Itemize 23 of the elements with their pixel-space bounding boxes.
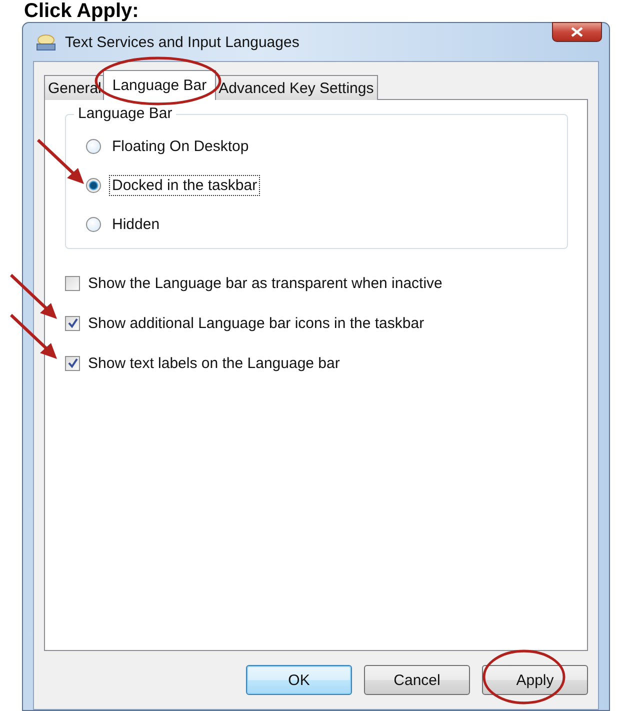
checkbox-label: Show text labels on the Language bar [88, 354, 340, 372]
checkbox[interactable] [65, 356, 80, 370]
tab[interactable]: General [44, 75, 106, 100]
dialog-button[interactable]: Cancel [364, 665, 470, 695]
close-button[interactable] [552, 22, 602, 42]
dialog-button[interactable]: OK [246, 665, 352, 695]
dialog-button[interactable]: Apply [482, 665, 588, 695]
tab[interactable]: Advanced Key Settings [214, 75, 378, 100]
group-title: Language Bar [74, 105, 176, 122]
checkbox[interactable] [65, 276, 80, 290]
checkbox[interactable] [65, 316, 80, 330]
close-icon [571, 27, 583, 37]
radio-label: Floating On Desktop [111, 137, 250, 157]
window-title: Text Services and Input Languages [65, 34, 300, 50]
radio-label: Hidden [111, 215, 161, 235]
radio-button[interactable] [86, 217, 101, 232]
checkbox-label: Show additional Language bar icons in the taskbar [88, 314, 424, 332]
radio-button[interactable] [86, 139, 101, 154]
radio-button[interactable] [86, 178, 101, 193]
checkbox-label: Show the Language bar as transparent when inactive [88, 274, 442, 292]
radio-label: Docked in the taskbar [109, 175, 260, 196]
tab[interactable]: Language Bar [103, 70, 216, 100]
page-heading: Click Apply: [23, 0, 140, 22]
